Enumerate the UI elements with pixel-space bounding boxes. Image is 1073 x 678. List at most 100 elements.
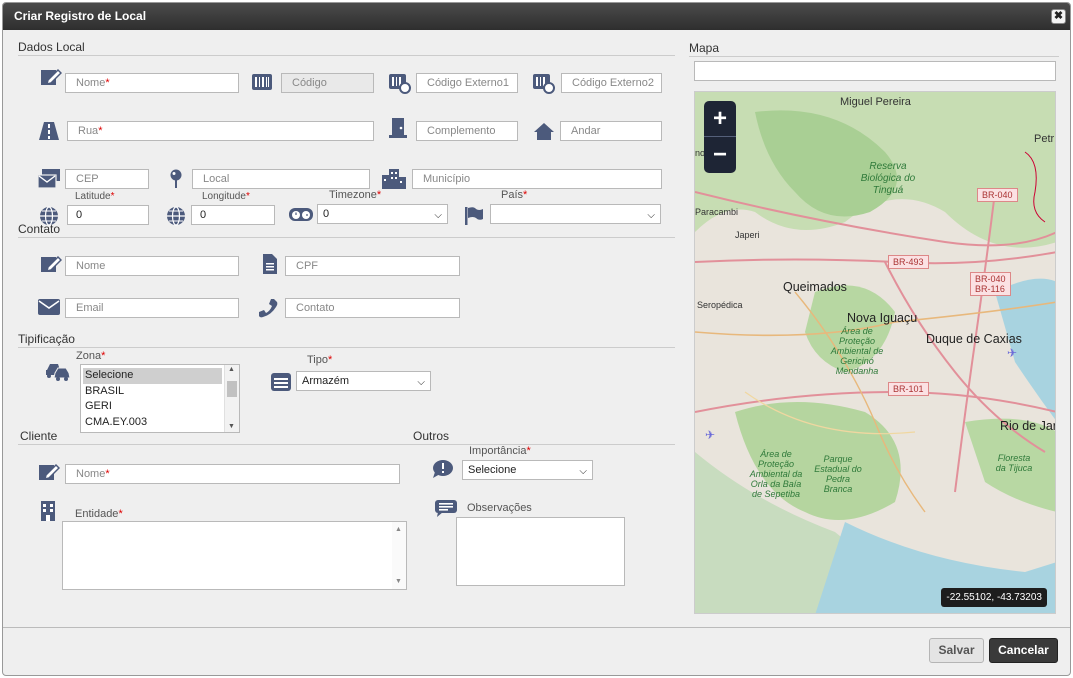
importancia-label: Importância*	[469, 445, 531, 457]
create-location-dialog: Criar Registro de Local ✖ Dados Local No…	[2, 2, 1071, 676]
andar-field[interactable]: Andar	[560, 121, 662, 141]
barcode-icon	[252, 74, 272, 90]
map-label: Queimados	[783, 280, 847, 294]
map-label: Seropédica	[697, 300, 743, 310]
section-mapa: Mapa	[689, 41, 720, 55]
document-icon	[263, 254, 277, 274]
save-button[interactable]: Salvar	[929, 638, 984, 663]
zona-label: Zona*	[76, 350, 106, 362]
map-search-input[interactable]	[694, 61, 1056, 81]
observacoes-textarea[interactable]	[456, 517, 625, 586]
pais-select[interactable]: ⌵	[490, 204, 661, 224]
chevron-down-icon: ⌵	[579, 466, 587, 477]
complemento-field[interactable]: Complemento	[416, 121, 518, 141]
tipo-label: Tipo*	[307, 354, 333, 366]
codigo-externo2-field[interactable]: Código Externo2	[561, 73, 662, 93]
rua-field[interactable]: Rua*	[67, 121, 374, 141]
edit-icon	[39, 463, 60, 481]
door-icon	[389, 118, 407, 138]
longitude-label: Longitude*	[202, 191, 250, 202]
email-icon	[38, 299, 60, 315]
tipo-select[interactable]: Armazém ⌵	[296, 371, 431, 391]
email-field[interactable]: Email	[65, 298, 239, 318]
alert-comment-icon	[433, 460, 453, 478]
globe-icon	[167, 206, 185, 226]
map-view[interactable]: Miguel Pereira Petr no Paracambi Japeri …	[694, 91, 1056, 614]
coordinates-readout: -22.55102, -43.73203	[941, 588, 1047, 607]
edit-icon	[41, 68, 62, 86]
airport-icon: ✈	[705, 428, 716, 442]
divider	[18, 347, 675, 348]
zona-option[interactable]: GERI	[83, 399, 222, 415]
external-code-icon	[389, 74, 411, 94]
section-tipificacao: Tipificação	[18, 332, 75, 346]
importancia-select[interactable]: Selecione ⌵	[462, 460, 593, 480]
cliente-nome-field[interactable]: Nome*	[65, 464, 400, 484]
map-label: Japeri	[735, 230, 760, 240]
chevron-down-icon: ⌵	[647, 210, 655, 221]
latitude-input[interactable]: 0	[67, 205, 149, 225]
map-label: Miguel Pereira	[840, 96, 911, 108]
city-icon	[382, 169, 406, 189]
telefone-field[interactable]: Contato	[285, 298, 460, 318]
zona-option[interactable]: Selecione	[83, 368, 222, 384]
zona-option[interactable]: CMA.EY.003	[83, 415, 222, 431]
map-label: Nova Iguaçu	[847, 311, 918, 325]
nome-field[interactable]: Nome*	[65, 73, 239, 93]
zona-listbox[interactable]: Selecione BRASIL GERI CMA.EY.003 ▲ ▼	[80, 364, 240, 433]
map-label: Duque de Caxias	[926, 332, 1022, 346]
timezone-label: Timezone*	[329, 189, 382, 201]
entidade-textarea[interactable]: ▲ ▼	[62, 521, 407, 590]
zoom-in-button[interactable]: +	[704, 101, 736, 137]
mail-stack-icon	[38, 169, 60, 189]
map-label: Rio de Jar	[1000, 419, 1056, 433]
section-contato: Contato	[18, 222, 61, 236]
building-icon	[41, 501, 55, 521]
codigo-externo1-field[interactable]: Código Externo1	[416, 73, 518, 93]
chevron-down-icon: ⌵	[434, 210, 442, 221]
scroll-up-icon[interactable]: ▲	[228, 366, 235, 373]
contato-nome-field[interactable]: Nome	[65, 256, 239, 276]
cpf-field[interactable]: CPF	[285, 256, 460, 276]
map-label: Paracambi	[695, 207, 739, 217]
divider	[18, 444, 413, 445]
divider	[18, 55, 675, 56]
list-icon	[271, 373, 291, 391]
pais-label: País*	[501, 189, 528, 201]
section-dados-local: Dados Local	[18, 40, 85, 54]
zoom-out-button[interactable]: −	[704, 137, 736, 173]
road-shield: BR-040	[977, 188, 1018, 202]
close-icon[interactable]: ✖	[1051, 9, 1066, 24]
codigo-field[interactable]: Código	[281, 73, 374, 93]
external-code-icon	[533, 74, 555, 94]
map-pin-icon	[170, 169, 182, 188]
road-shield: BR-101	[888, 382, 929, 396]
latitude-label: Latitude*	[75, 191, 115, 202]
municipio-field[interactable]: Município	[412, 169, 662, 189]
map-label: Área de Proteção Ambiental da Orla da Ba…	[749, 449, 803, 499]
longitude-input[interactable]: 0	[191, 205, 275, 225]
divider	[413, 444, 675, 445]
scroll-down-icon[interactable]: ▼	[395, 578, 402, 585]
listbox-scrollbar[interactable]: ▲ ▼	[224, 365, 239, 432]
road-shield: BR-493	[888, 255, 929, 269]
zona-option[interactable]: BRASIL	[83, 384, 222, 400]
flag-icon	[465, 207, 483, 225]
map-label: Área de Proteção Ambiental de Gericinó M…	[830, 326, 884, 376]
cancel-button[interactable]: Cancelar	[989, 638, 1058, 663]
entidade-label: Entidade*	[75, 508, 123, 520]
airport-icon: ✈	[1007, 346, 1018, 360]
zoom-control: + −	[704, 101, 736, 173]
footer-divider	[3, 627, 1070, 628]
home-icon	[534, 123, 554, 140]
scroll-up-icon[interactable]: ▲	[395, 526, 402, 533]
cep-field[interactable]: CEP	[65, 169, 149, 189]
dialog-title: Criar Registro de Local	[14, 9, 147, 23]
divider	[689, 56, 1059, 57]
local-field[interactable]: Local	[192, 169, 370, 189]
textarea-scrollbar[interactable]: ▲ ▼	[392, 522, 406, 589]
scrollbar-thumb[interactable]	[227, 381, 237, 397]
timezone-select[interactable]: 0 ⌵	[317, 204, 448, 224]
comment-lines-icon	[435, 500, 457, 517]
scroll-down-icon[interactable]: ▼	[228, 423, 235, 430]
